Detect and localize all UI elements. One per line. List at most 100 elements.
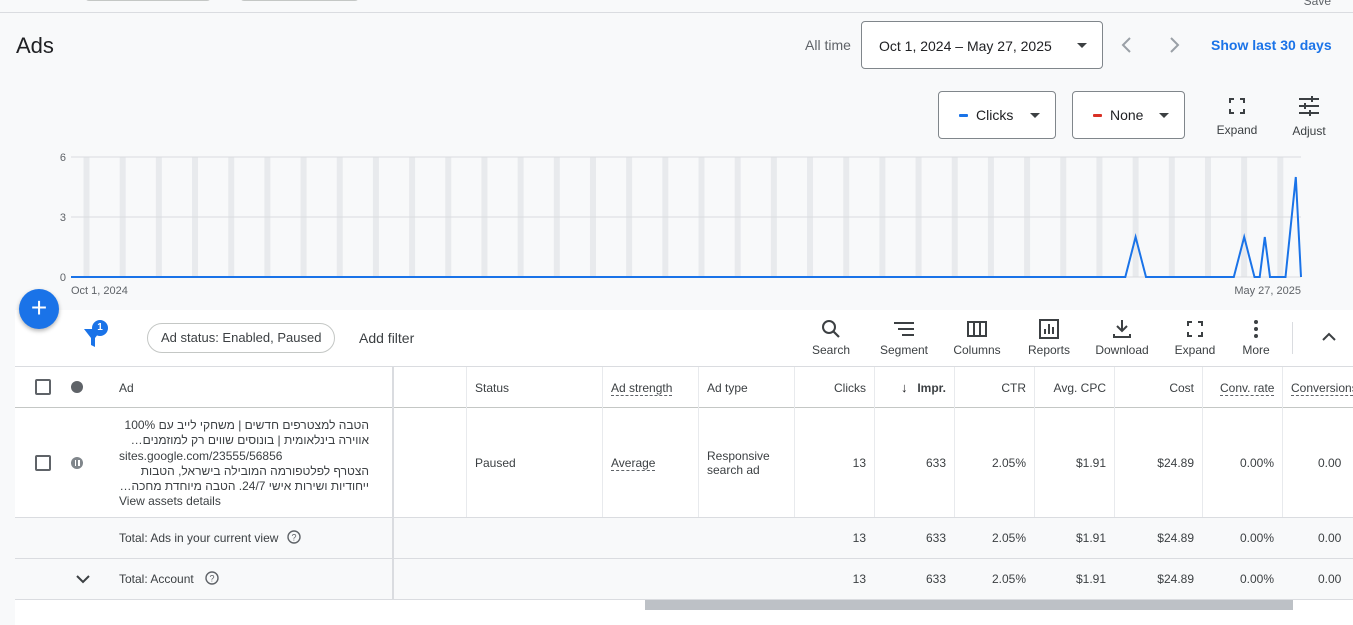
chevron-up-icon[interactable]	[1320, 328, 1338, 346]
expand-icon	[1187, 321, 1203, 337]
segment-button[interactable]: Segment	[873, 319, 935, 357]
chevron-down-icon[interactable]	[75, 573, 91, 585]
total-view-label: Total: Ads in your current view	[119, 531, 279, 545]
chevron-down-icon	[1030, 113, 1040, 118]
header-impr[interactable]: Impr.	[917, 381, 946, 395]
row-checkbox[interactable]	[35, 455, 51, 471]
chart-expand-label: Expand	[1216, 123, 1258, 137]
top-strip: Save	[0, 0, 1353, 13]
help-icon[interactable]: ?	[205, 571, 219, 585]
filter-count-badge: 1	[92, 320, 108, 336]
metric2-color-swatch	[1093, 114, 1102, 117]
conversions-value: 0.00	[1318, 456, 1342, 470]
total-view-ctr: 2.05%	[991, 531, 1026, 545]
search-button[interactable]: Search	[802, 319, 860, 357]
chart-expand-button[interactable]: Expand	[1212, 97, 1262, 137]
total-account-label: Total: Account	[119, 572, 194, 586]
header-conversions[interactable]: Conversions	[1291, 381, 1353, 396]
search-icon	[822, 320, 840, 338]
filter-toolbar: 1 Ad status: Enabled, Paused Add filter …	[15, 310, 1353, 367]
header-avg-cpc[interactable]: Avg. CPC	[1054, 381, 1106, 395]
reports-label: Reports	[1027, 343, 1071, 357]
metric1-color-swatch	[959, 114, 968, 117]
chart-y-ticks: 6 3 0	[60, 152, 66, 284]
chevron-down-icon	[1077, 43, 1087, 48]
download-label: Download	[1095, 343, 1149, 357]
date-range-picker[interactable]: Oct 1, 2024 – May 27, 2025	[861, 21, 1103, 69]
chart-adjust-label: Adjust	[1292, 124, 1326, 138]
ad-status-filter-chip[interactable]: Ad status: Enabled, Paused	[147, 323, 336, 353]
clicks-value: 13	[852, 456, 866, 470]
select-all-checkbox[interactable]	[35, 379, 51, 395]
metric1-selector[interactable]: Clicks	[938, 91, 1056, 139]
table-expand-button[interactable]: Expand	[1165, 319, 1225, 357]
chart-adjust-button[interactable]: Adjust	[1285, 96, 1333, 138]
ad-status-value: Paused	[475, 456, 516, 470]
ad-description-2: ייחודיות ושירות אישי 24/7. הטבה מיוחדת מ…	[119, 479, 369, 494]
top-pill[interactable]	[85, 0, 211, 1]
header-status[interactable]: Status	[475, 381, 509, 395]
save-label[interactable]: Save	[1304, 0, 1331, 8]
chevron-right-icon	[1170, 37, 1180, 53]
ads-table: Ad Status Ad strength Ad type Clicks ↓ I…	[15, 367, 1353, 600]
chart-x-start-label: Oct 1, 2024	[71, 285, 128, 297]
ad-headline-2: אווירה בינלאומית | בונוסים שווים רק למוז…	[130, 433, 369, 448]
chart-grid-lines	[71, 156, 1301, 278]
add-filter-button[interactable]: Add filter	[359, 330, 414, 346]
previous-period-button[interactable]	[1117, 33, 1137, 57]
impr-value: 633	[925, 456, 946, 470]
clicks-line-chart: 6 3 0 Oct 1, 2024 May 27, 2025	[60, 152, 1302, 297]
reports-button[interactable]: Reports	[1018, 319, 1080, 357]
metric2-label: None	[1110, 107, 1144, 123]
header-ad[interactable]: Ad	[119, 381, 134, 395]
table-expand-label: Expand	[1174, 343, 1216, 357]
download-button[interactable]: Download	[1088, 319, 1156, 357]
view-assets-details-link[interactable]: View assets details	[119, 494, 369, 509]
paused-status-icon	[71, 457, 83, 469]
total-account-clicks: 13	[852, 572, 866, 586]
ad-type-line-2: search ad	[707, 463, 760, 477]
metric2-selector[interactable]: None	[1072, 91, 1185, 139]
show-last-30-days-link[interactable]: Show last 30 days	[1211, 37, 1332, 53]
help-icon[interactable]: ?	[287, 530, 301, 544]
more-label: More	[1242, 343, 1270, 357]
add-new-ad-button[interactable]: +	[19, 289, 59, 329]
all-time-label: All time	[805, 37, 851, 53]
total-view-avg-cpc: $1.91	[1075, 531, 1106, 545]
date-range-text: Oct 1, 2024 – May 27, 2025	[879, 38, 1052, 54]
horizontal-scrollbar[interactable]	[645, 600, 1293, 610]
columns-button[interactable]: Columns	[946, 319, 1008, 357]
total-account-impr: 633	[925, 572, 946, 586]
metric1-label: Clicks	[976, 107, 1014, 123]
total-account-cost: $24.89	[1157, 572, 1194, 586]
tune-icon	[1299, 96, 1319, 116]
ad-headline-1: הטבה למצטרפים חדשים | משחקי לייב עם 100%	[124, 418, 369, 432]
header-ad-strength[interactable]: Ad strength	[611, 381, 673, 396]
total-account-avg-cpc: $1.91	[1075, 572, 1106, 586]
total-view-conv-rate: 0.00%	[1239, 531, 1274, 545]
top-pill[interactable]	[240, 0, 359, 1]
table-row[interactable]: הטבה למצטרפים חדשים | משחקי לייב עם 100%…	[15, 408, 1353, 518]
header-cost[interactable]: Cost	[1169, 381, 1194, 395]
toolbar-divider	[1292, 322, 1293, 354]
more-button[interactable]: More	[1232, 319, 1280, 357]
header-ad-type[interactable]: Ad type	[707, 381, 748, 395]
ad-description-1: הצטרף לפלטפורמה המובילה בישראל, הטבות	[140, 463, 369, 478]
next-period-button[interactable]	[1164, 33, 1184, 57]
status-dot-icon	[71, 381, 83, 393]
header-conv-rate[interactable]: Conv. rate	[1220, 381, 1275, 396]
ad-preview[interactable]: הטבה למצטרפים חדשים | משחקי לייב עם 100%…	[119, 418, 369, 510]
search-label: Search	[811, 343, 851, 357]
ad-strength-value[interactable]: Average	[611, 456, 656, 471]
page-title: Ads	[16, 33, 54, 58]
more-vert-icon	[1254, 320, 1258, 338]
chart-x-end-label: May 27, 2025	[1234, 285, 1301, 297]
frozen-column-divider	[392, 367, 394, 600]
arrow-down-icon: ↓	[901, 380, 908, 395]
header-ctr[interactable]: CTR	[1001, 381, 1026, 395]
avg-cpc-value: $1.91	[1075, 456, 1106, 470]
total-account-conv-rate: 0.00%	[1239, 572, 1274, 586]
expand-icon	[1229, 98, 1245, 114]
total-view-impr: 633	[925, 531, 946, 545]
header-clicks[interactable]: Clicks	[834, 381, 866, 395]
